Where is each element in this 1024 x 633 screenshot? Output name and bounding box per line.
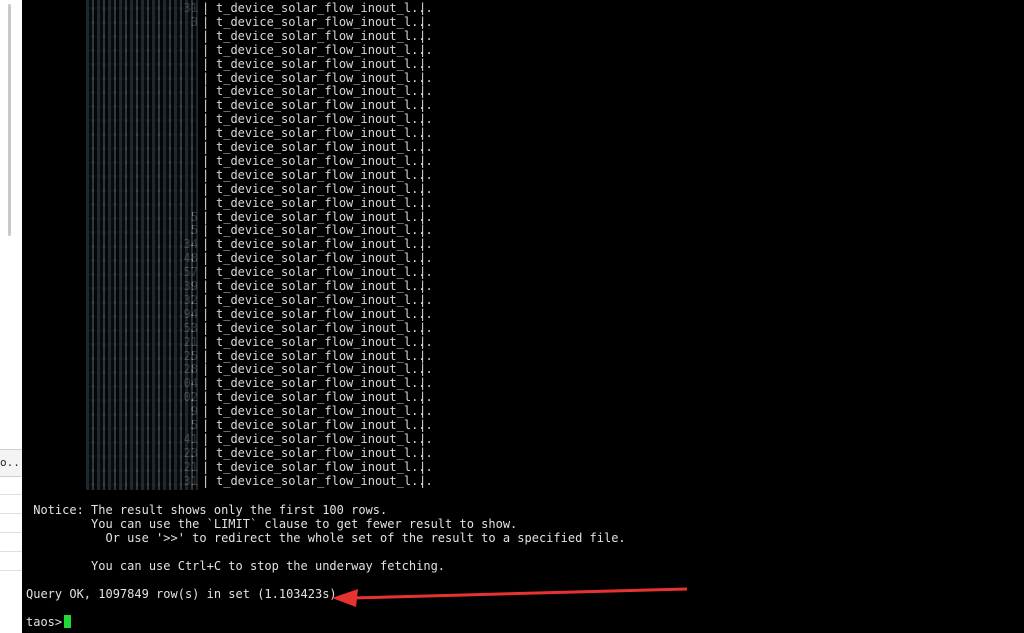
arrow-head <box>332 589 358 607</box>
left-panel-scrollbar[interactable] <box>8 4 11 236</box>
left-panel-row[interactable] <box>0 552 22 571</box>
left-panel-row[interactable] <box>0 476 22 495</box>
left-side-panel: o... <box>0 0 23 633</box>
left-panel-row[interactable] <box>0 514 22 533</box>
terminal-window[interactable]: 31|t_device_solar_flow_inout_l...|3|t_de… <box>22 0 1024 633</box>
red-arrow-annotation <box>332 587 688 607</box>
left-panel-row[interactable] <box>0 533 22 552</box>
left-panel-tab[interactable]: o... <box>0 449 22 477</box>
left-panel-rows <box>0 476 22 571</box>
arrow-shaft <box>351 587 688 600</box>
left-panel-row[interactable] <box>0 495 22 514</box>
